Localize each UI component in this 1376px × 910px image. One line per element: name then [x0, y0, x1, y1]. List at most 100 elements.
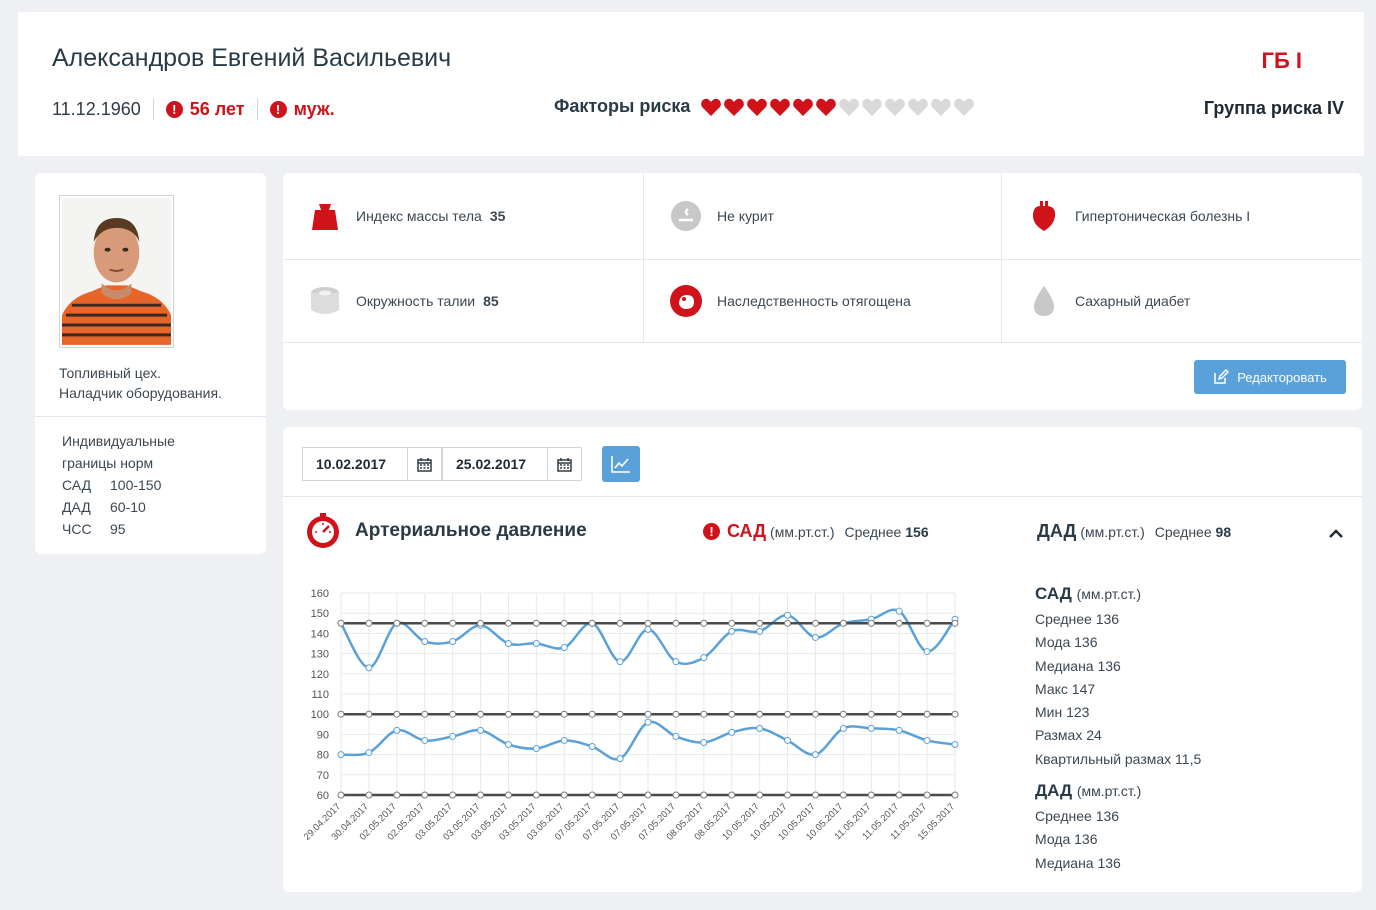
patient-sex: муж.	[293, 98, 335, 119]
calendar-icon[interactable]	[547, 448, 581, 480]
data-point	[672, 658, 680, 666]
norm-value: 95	[110, 521, 126, 537]
data-point	[895, 710, 903, 718]
weight-icon	[308, 199, 342, 233]
data-point	[728, 728, 736, 736]
data-point	[756, 724, 764, 732]
stat-line: Размах 24	[1035, 727, 1102, 744]
job-info: Топливный цех. Наладчик оборудования.	[59, 363, 222, 403]
norm-value: 60-10	[110, 499, 146, 515]
data-point	[923, 619, 931, 627]
factors-card: Индекс массы тела 35 Не курит Гипертониче…	[283, 173, 1362, 410]
norm-value: 100-150	[110, 477, 162, 493]
y-tick-label: 110	[311, 689, 329, 701]
data-point	[811, 619, 819, 627]
data-point	[839, 724, 847, 732]
date-to-input[interactable]	[443, 448, 547, 480]
data-point	[784, 619, 792, 627]
data-point	[393, 726, 401, 734]
data-point	[393, 791, 401, 799]
heart-filled-icon	[701, 98, 722, 116]
tonometer-icon	[307, 513, 339, 548]
data-point	[477, 791, 485, 799]
sad-summary: ! САД (мм.рт.ст.) Среднее 156	[703, 521, 929, 542]
collapse-chevron-icon[interactable]	[1326, 523, 1346, 543]
data-point	[867, 619, 875, 627]
data-point	[477, 726, 485, 734]
data-point	[672, 710, 680, 718]
factors-grid: Индекс массы тела 35 Не курит Гипертониче…	[283, 173, 1362, 343]
stat-line: Медиана 136	[1035, 854, 1121, 871]
data-point	[811, 791, 819, 799]
chart-icon	[611, 456, 630, 473]
data-point	[504, 619, 512, 627]
norm-key: ДАД	[62, 499, 91, 515]
data-point	[923, 736, 931, 744]
data-point	[728, 791, 736, 799]
data-point	[588, 743, 596, 751]
patient-photo	[59, 195, 174, 348]
y-tick-label: 70	[317, 770, 329, 782]
data-point	[951, 791, 959, 799]
factor-label: Гипертоническая болезнь I	[1075, 208, 1251, 224]
data-point	[532, 791, 540, 799]
data-point	[672, 791, 680, 799]
date-from-input[interactable]	[303, 448, 407, 480]
y-tick-label: 160	[311, 588, 329, 600]
data-point	[756, 710, 764, 718]
stat-line: Квартильный размах 11,5	[1035, 750, 1202, 767]
data-point	[951, 710, 959, 718]
stats-dad-header: ДАД (мм.рт.ст.)	[1035, 781, 1201, 801]
data-point	[449, 637, 457, 645]
data-point	[644, 718, 652, 726]
calendar-icon[interactable]	[407, 448, 441, 480]
data-point	[449, 619, 457, 627]
data-point	[560, 791, 568, 799]
data-point	[644, 619, 652, 627]
data-point	[923, 791, 931, 799]
y-tick-label: 130	[311, 649, 329, 661]
data-point	[644, 710, 652, 718]
data-point	[756, 619, 764, 627]
data-point	[784, 611, 792, 619]
risk-hearts	[700, 97, 976, 117]
edit-button[interactable]: Редакторовать	[1194, 360, 1346, 394]
data-point	[728, 710, 736, 718]
date-to-field[interactable]	[442, 447, 582, 481]
data-point	[365, 619, 373, 627]
norm-key: ЧСС	[62, 521, 92, 537]
data-point	[867, 710, 875, 718]
heart-filled-icon	[770, 98, 791, 116]
stat-line: Макс 147	[1035, 680, 1096, 697]
heart-disease-icon	[1027, 199, 1061, 233]
data-point	[644, 791, 652, 799]
divider	[256, 98, 258, 120]
factor-smoking: Не курит	[644, 173, 1002, 260]
divider	[283, 496, 1362, 497]
dad-average-value: 98	[1215, 523, 1232, 540]
stats-dad-label: ДАД	[1035, 781, 1073, 801]
job-department: Топливный цех.	[59, 365, 161, 381]
data-point	[839, 619, 847, 627]
data-point	[421, 791, 429, 799]
chart-view-button[interactable]	[602, 446, 640, 482]
edit-icon	[1214, 369, 1230, 384]
data-point	[504, 640, 512, 647]
heart-empty-icon	[908, 98, 929, 116]
edit-button-label: Редакторовать	[1237, 369, 1327, 385]
patient-header: Александров Евгений Васильевич 11.12.196…	[18, 12, 1364, 156]
data-point	[337, 710, 345, 718]
data-point	[337, 751, 345, 759]
data-point	[756, 627, 764, 635]
norms-title: Индивидуальные	[62, 433, 175, 449]
data-point	[895, 726, 903, 734]
bp-title: Артериальное давление	[355, 520, 587, 541]
factor-bmi: Индекс массы тела 35	[283, 173, 644, 260]
data-point	[532, 640, 540, 647]
factor-value: 85	[483, 293, 499, 309]
date-from-field[interactable]	[302, 447, 442, 481]
unit-label: (мм.рт.ст.)	[1076, 586, 1142, 602]
data-point	[532, 710, 540, 718]
data-point	[700, 738, 708, 746]
data-point	[839, 791, 847, 799]
